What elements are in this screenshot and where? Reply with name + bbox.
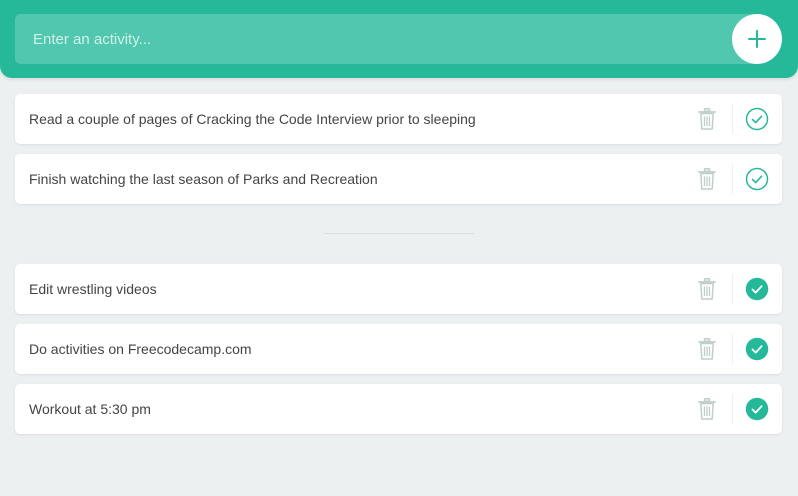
complete-button[interactable] xyxy=(740,384,774,434)
trash-icon xyxy=(698,278,716,300)
completed-item: Edit wrestling videos xyxy=(15,264,782,314)
todo-list: Read a couple of pages of Cracking the C… xyxy=(15,94,782,214)
check-circle-filled-icon xyxy=(745,277,769,301)
check-circle-outline-icon xyxy=(745,107,769,131)
todo-item: Read a couple of pages of Cracking the C… xyxy=(15,94,782,144)
todo-text: Finish watching the last season of Parks… xyxy=(29,171,378,187)
button-divider xyxy=(732,164,733,194)
trash-icon xyxy=(698,338,716,360)
delete-button[interactable] xyxy=(689,154,725,204)
todo-item: Finish watching the last season of Parks… xyxy=(15,154,782,204)
check-circle-filled-icon xyxy=(745,397,769,421)
completed-item: Do activities on Freecodecamp.com xyxy=(15,324,782,374)
list-separator xyxy=(324,233,474,234)
activity-input[interactable] xyxy=(15,14,781,64)
delete-button[interactable] xyxy=(689,324,725,374)
todo-text: Edit wrestling videos xyxy=(29,281,157,297)
complete-button[interactable] xyxy=(740,154,774,204)
todo-text: Workout at 5:30 pm xyxy=(29,401,151,417)
check-circle-outline-icon xyxy=(745,167,769,191)
complete-button[interactable] xyxy=(740,264,774,314)
completed-item: Workout at 5:30 pm xyxy=(15,384,782,434)
trash-icon xyxy=(698,108,716,130)
add-button[interactable] xyxy=(732,14,782,64)
delete-button[interactable] xyxy=(689,384,725,434)
complete-button[interactable] xyxy=(740,324,774,374)
header-bar xyxy=(0,0,798,78)
completed-list: Edit wrestling videos Do activities on F… xyxy=(15,264,782,444)
trash-icon xyxy=(698,168,716,190)
button-divider xyxy=(732,394,733,424)
trash-icon xyxy=(698,398,716,420)
plus-icon xyxy=(748,30,766,48)
button-divider xyxy=(732,104,733,134)
todo-text: Do activities on Freecodecamp.com xyxy=(29,341,252,357)
check-circle-filled-icon xyxy=(745,337,769,361)
complete-button[interactable] xyxy=(740,94,774,144)
button-divider xyxy=(732,334,733,364)
delete-button[interactable] xyxy=(689,264,725,314)
delete-button[interactable] xyxy=(689,94,725,144)
todo-text: Read a couple of pages of Cracking the C… xyxy=(29,111,476,127)
button-divider xyxy=(732,274,733,304)
